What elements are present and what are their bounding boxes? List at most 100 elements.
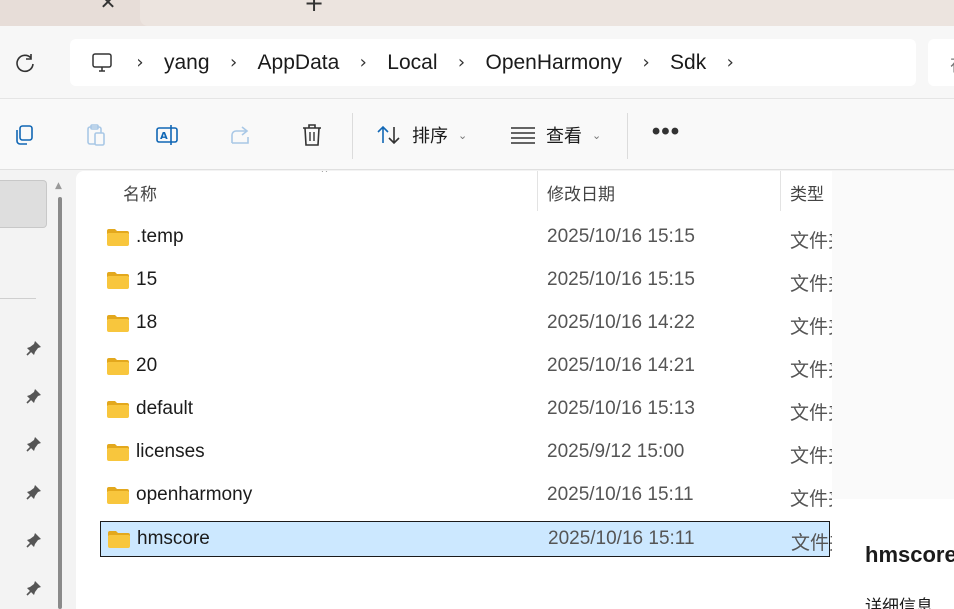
share-button[interactable] xyxy=(222,117,258,153)
delete-icon xyxy=(303,124,321,146)
refresh-button[interactable] xyxy=(10,48,40,78)
column-header-row: ⌃ 名称 修改日期 类型 xyxy=(76,171,832,211)
file-row[interactable]: default 2025/10/16 15:13 文件夹 xyxy=(100,392,832,428)
file-modified-date: 2025/10/16 15:11 xyxy=(548,528,695,549)
column-resize-handle[interactable] xyxy=(780,171,781,211)
refresh-icon xyxy=(16,54,34,73)
file-name: licenses xyxy=(136,441,205,462)
close-tab-icon[interactable]: ✕ xyxy=(98,0,118,12)
sort-button[interactable]: 排序 ⌄ xyxy=(376,117,467,153)
file-name: 18 xyxy=(136,312,158,333)
breadcrumb-sdk[interactable]: Sdk xyxy=(670,51,706,75)
nav-scrollbar[interactable]: ▲ xyxy=(53,177,67,609)
file-row[interactable]: hmscore 2025/10/16 15:11 文件夹 xyxy=(100,521,832,557)
folder-icon xyxy=(107,315,129,332)
file-name: openharmony xyxy=(136,484,253,505)
rename-button[interactable]: A xyxy=(150,117,186,153)
column-header-type[interactable]: 类型 xyxy=(790,180,824,205)
more-icon: ••• xyxy=(651,118,681,145)
file-row[interactable]: 20 2025/10/16 14:21 文件夹 xyxy=(100,349,832,385)
address-row: › yang › AppData › Local › OpenHarmony ›… xyxy=(0,26,954,98)
computer-icon[interactable] xyxy=(88,49,116,77)
breadcrumb-local[interactable]: Local xyxy=(387,51,437,75)
sort-label: 排序 xyxy=(412,126,448,146)
folder-icon xyxy=(108,531,130,548)
breadcrumb-yang[interactable]: yang xyxy=(164,51,210,75)
svg-text:A: A xyxy=(160,131,168,142)
file-name: .temp xyxy=(136,226,184,247)
breadcrumb-separator[interactable]: › xyxy=(353,52,373,73)
tab-strip: ✕ + xyxy=(0,0,954,26)
pin-icon[interactable] xyxy=(25,531,43,549)
rename-icon: A xyxy=(156,125,178,145)
nav-item-selected[interactable] xyxy=(0,180,47,228)
file-modified-date: 2025/10/16 14:21 xyxy=(547,355,695,376)
copy-button[interactable] xyxy=(6,117,42,153)
breadcrumb-separator[interactable]: › xyxy=(224,52,244,73)
copy-icon xyxy=(16,125,33,145)
address-bar[interactable]: › yang › AppData › Local › OpenHarmony ›… xyxy=(70,39,916,86)
pin-icon[interactable] xyxy=(25,483,43,501)
column-resize-handle[interactable] xyxy=(537,171,538,211)
breadcrumb-separator[interactable]: › xyxy=(720,52,740,73)
file-modified-date: 2025/10/16 15:15 xyxy=(547,226,695,247)
file-modified-date: 2025/9/12 15:00 xyxy=(547,441,685,462)
sort-icon xyxy=(377,125,400,145)
file-type: 文件夹 xyxy=(790,489,832,510)
folder-icon xyxy=(107,229,129,246)
file-modified-date: 2025/10/16 15:13 xyxy=(547,398,695,419)
file-type: 文件夹 xyxy=(791,533,832,554)
pin-icon[interactable] xyxy=(25,339,43,357)
file-modified-date: 2025/10/16 15:15 xyxy=(547,269,695,290)
details-title: hmscore xyxy=(865,542,954,567)
new-tab-icon[interactable]: + xyxy=(302,0,326,15)
details-subtitle[interactable]: 详细信息 xyxy=(865,592,933,609)
search-placeholder: 在 xyxy=(950,51,954,77)
more-options-button[interactable]: ••• xyxy=(648,117,684,153)
toolbar-divider xyxy=(627,113,628,159)
view-label: 查看 xyxy=(546,126,582,146)
chevron-down-icon: ⌄ xyxy=(458,128,468,142)
toolbar-divider xyxy=(352,113,353,159)
file-name: 20 xyxy=(136,355,158,376)
file-row[interactable]: .temp 2025/10/16 15:15 文件夹 xyxy=(100,220,832,256)
file-type: 文件夹 xyxy=(790,231,832,252)
file-type: 文件夹 xyxy=(790,274,832,295)
file-row[interactable]: 18 2025/10/16 14:22 文件夹 xyxy=(100,306,832,342)
paste-icon xyxy=(87,124,105,146)
file-modified-date: 2025/10/16 15:11 xyxy=(547,484,694,505)
column-header-name[interactable]: 名称 xyxy=(123,180,157,205)
scroll-up-icon[interactable]: ▲ xyxy=(55,181,62,191)
breadcrumb-separator[interactable]: › xyxy=(451,52,471,73)
folder-icon xyxy=(107,401,129,418)
breadcrumb-appdata[interactable]: AppData xyxy=(258,51,340,75)
command-bar: A 排序 ⌄ 查看 ⌄ ••• xyxy=(0,98,954,170)
file-name: default xyxy=(136,398,194,419)
paste-button[interactable] xyxy=(78,117,114,153)
file-type: 文件夹 xyxy=(790,403,832,424)
file-row[interactable]: 15 2025/10/16 15:15 文件夹 xyxy=(100,263,832,299)
scrollbar-thumb[interactable] xyxy=(58,197,62,609)
file-row[interactable]: openharmony 2025/10/16 15:11 文件夹 xyxy=(100,478,832,514)
file-type: 文件夹 xyxy=(790,446,832,467)
delete-button[interactable] xyxy=(294,117,330,153)
file-type: 文件夹 xyxy=(790,360,832,381)
pin-icon[interactable] xyxy=(25,579,43,597)
pin-icon[interactable] xyxy=(25,387,43,405)
file-name: 15 xyxy=(136,269,158,290)
details-card: hmscore 详细信息 xyxy=(832,499,954,609)
folder-icon xyxy=(107,487,129,504)
breadcrumb-separator[interactable]: › xyxy=(130,52,150,73)
folder-icon xyxy=(107,272,129,289)
view-button[interactable]: 查看 ⌄ xyxy=(510,117,601,153)
details-pane: hmscore 详细信息 xyxy=(832,171,954,609)
column-header-date[interactable]: 修改日期 xyxy=(547,180,615,205)
pin-icon[interactable] xyxy=(25,435,43,453)
breadcrumb-openharmony[interactable]: OpenHarmony xyxy=(485,51,622,75)
file-row[interactable]: licenses 2025/9/12 15:00 文件夹 xyxy=(100,435,832,471)
file-type: 文件夹 xyxy=(790,317,832,338)
folder-icon xyxy=(107,444,129,461)
breadcrumb-separator[interactable]: › xyxy=(636,52,656,73)
search-input[interactable]: 在 xyxy=(928,39,954,86)
file-list: ⌃ 名称 修改日期 类型 .temp 2025/10/16 15:15 文件夹 15 2… xyxy=(76,171,832,609)
